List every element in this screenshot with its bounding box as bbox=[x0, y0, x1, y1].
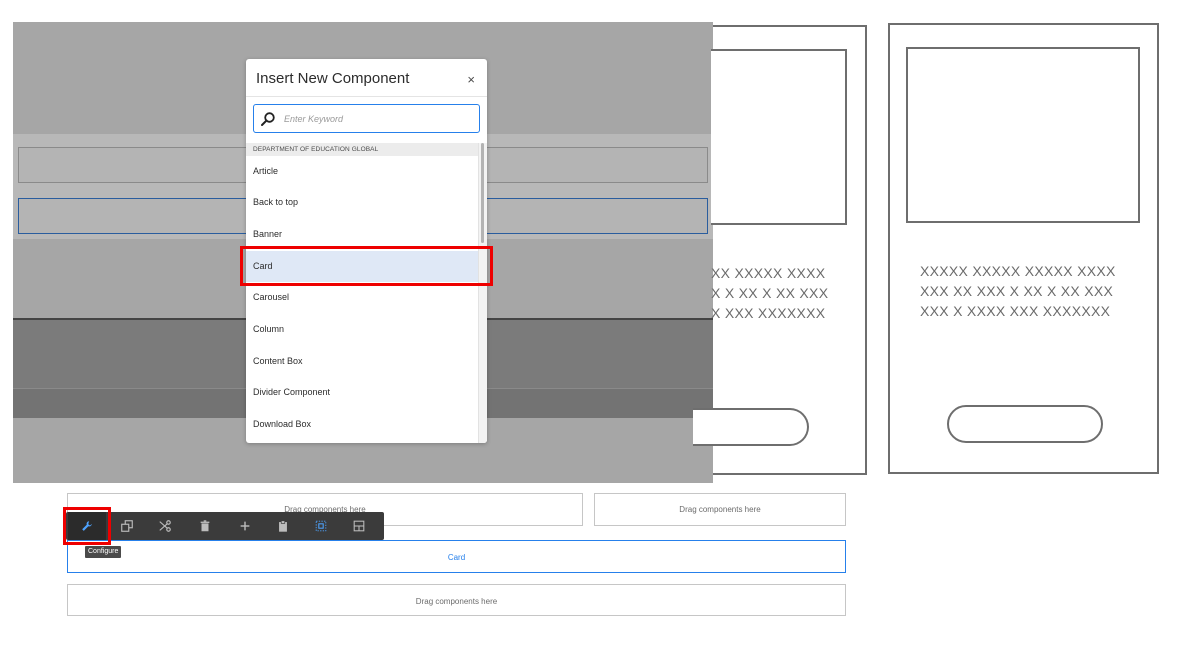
copy-icon bbox=[121, 520, 133, 532]
search-field[interactable] bbox=[253, 104, 480, 133]
configure-tooltip: Configure bbox=[85, 546, 122, 558]
component-toolbar bbox=[66, 512, 384, 540]
paste-button[interactable] bbox=[264, 512, 302, 540]
wireframe-text: XXXXX XXXXX XXXXX XXXX XXX XX XXX X XX X… bbox=[920, 263, 1116, 319]
close-icon[interactable]: × bbox=[467, 72, 475, 87]
list-item[interactable]: Column bbox=[246, 314, 478, 345]
card-component[interactable]: Card bbox=[67, 540, 846, 573]
group-button[interactable] bbox=[302, 512, 340, 540]
list-item[interactable]: Banner bbox=[246, 219, 478, 250]
component-list: Article Back to top Banner Card Carousel… bbox=[246, 156, 478, 443]
wireframe-card-left: XX XXXXX XXXX X X XX X XX XXX X XXX XXXX… bbox=[693, 25, 867, 475]
list-item-card-selected[interactable]: Card bbox=[246, 251, 478, 282]
layout-icon bbox=[353, 520, 365, 532]
cut-button[interactable] bbox=[146, 512, 184, 540]
wireframe-card-right: XXXXX XXXXX XXXXX XXXX XXX XX XXX X XX X… bbox=[888, 23, 1159, 474]
insert-button[interactable] bbox=[226, 512, 264, 540]
wireframe-button bbox=[947, 405, 1103, 443]
card-component-label: Card bbox=[447, 553, 466, 562]
dropzone-label: Drag components here bbox=[415, 597, 498, 606]
trash-icon bbox=[200, 520, 210, 532]
list-item[interactable]: Download Box bbox=[246, 409, 478, 440]
delete-button[interactable] bbox=[186, 512, 224, 540]
list-item[interactable]: Divider Component bbox=[246, 377, 478, 408]
layout-button[interactable] bbox=[340, 512, 378, 540]
dropzone-bottom[interactable]: Drag components here bbox=[67, 584, 846, 616]
wireframe-text: XX XXXXX XXXX X X XX X XX XXX X XXX XXXX… bbox=[711, 265, 829, 321]
list-item[interactable]: Content Box bbox=[246, 346, 478, 377]
group-header: DEPARTMENT OF EDUCATION GLOBAL bbox=[246, 143, 478, 156]
list-item[interactable]: Article bbox=[246, 156, 478, 187]
search-icon bbox=[261, 112, 275, 126]
editor-screenshot: Insert New Component × DEPARTMENT OF EDU… bbox=[13, 22, 713, 483]
wireframe-image bbox=[711, 49, 847, 225]
dropzone-top-right[interactable]: Drag components here bbox=[594, 493, 846, 526]
wrench-icon bbox=[82, 521, 92, 531]
dialog-title: Insert New Component bbox=[256, 70, 410, 87]
paste-icon bbox=[279, 520, 287, 532]
dialog-divider bbox=[246, 96, 487, 97]
group-icon bbox=[315, 520, 327, 532]
search-input[interactable] bbox=[282, 109, 472, 129]
copy-button[interactable] bbox=[108, 512, 146, 540]
cut-icon bbox=[159, 520, 171, 532]
dropzone-label: Drag components here bbox=[679, 505, 761, 514]
configure-button[interactable] bbox=[68, 512, 106, 540]
list-item[interactable]: Back to top bbox=[246, 187, 478, 218]
wireframe-image bbox=[906, 47, 1140, 223]
plus-icon bbox=[240, 521, 250, 531]
wireframe-button bbox=[693, 408, 809, 446]
insert-component-dialog: Insert New Component × DEPARTMENT OF EDU… bbox=[246, 59, 487, 443]
list-item[interactable]: Carousel bbox=[246, 282, 478, 313]
scrollbar-thumb[interactable] bbox=[481, 143, 484, 243]
